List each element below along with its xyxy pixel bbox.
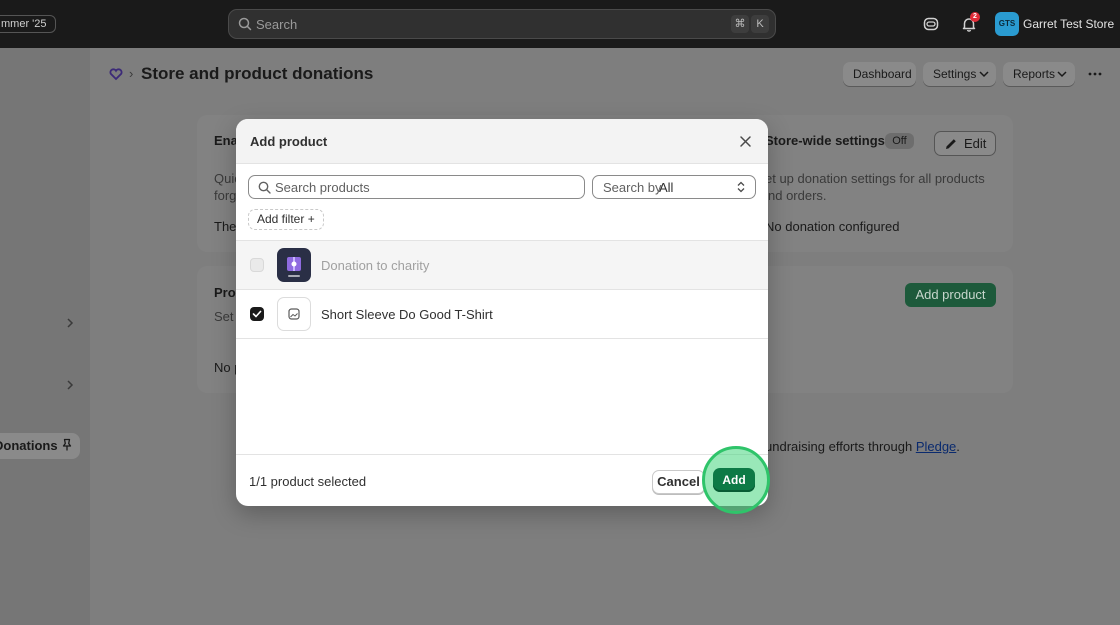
edit-label: Edit: [964, 136, 987, 151]
dashboard-button[interactable]: Dashboard: [843, 62, 916, 86]
notification-badge: 2: [970, 12, 980, 22]
sidekick-icon[interactable]: [922, 15, 940, 33]
breadcrumb-separator: ›: [129, 66, 134, 81]
storewide-title: Store-wide settings: [765, 133, 885, 148]
product-search-placeholder: Search products: [275, 180, 370, 195]
checkmark-icon: [252, 310, 262, 318]
store-avatar[interactable]: GTS: [995, 12, 1019, 36]
product-thumbnail: [277, 248, 311, 282]
footnote-text: undraising efforts through: [765, 439, 916, 454]
store-name[interactable]: Garret Test Store: [1023, 17, 1114, 31]
gift-icon: [287, 257, 301, 277]
reports-button[interactable]: Reports: [1003, 62, 1075, 86]
modal-header: Add product: [236, 119, 768, 164]
search-icon: [238, 17, 252, 31]
top-bar: mmer '25 Search ⌘ K 2 GTS Garret Test St…: [0, 0, 1120, 48]
modal-footer: 1/1 product selected Cancel: [236, 454, 768, 506]
global-search-input[interactable]: Search ⌘ K: [228, 9, 776, 39]
search-by-label: Search by: [603, 180, 662, 195]
dashboard-label: Dashboard: [853, 67, 912, 81]
product-search-input[interactable]: Search products: [248, 175, 585, 199]
sidebar: [0, 48, 90, 625]
cancel-button[interactable]: Cancel: [652, 470, 705, 494]
reports-label: Reports: [1013, 67, 1056, 81]
chevron-right-icon[interactable]: [64, 317, 76, 329]
search-by-value: All: [659, 180, 674, 195]
add-product-modal: Add product Search products Search by Al…: [236, 119, 768, 506]
edit-button[interactable]: Edit: [934, 131, 996, 156]
search-placeholder: Search: [256, 17, 298, 32]
modal-title: Add product: [250, 134, 328, 149]
close-icon[interactable]: [739, 135, 752, 148]
product-checkbox-checked[interactable]: [250, 307, 264, 321]
heart-app-icon: [108, 66, 124, 82]
sidebar-item-label: Donations: [0, 438, 58, 453]
selected-count: 1/1 product selected: [249, 474, 367, 489]
page-title: Store and product donations: [141, 64, 374, 83]
status-badge: Off: [885, 133, 914, 149]
pencil-icon: [946, 139, 956, 149]
sidebar-item-donations[interactable]: Donations: [0, 433, 80, 459]
enable-card-desc-2: forg: [214, 188, 237, 203]
products-card-title: Pro: [214, 285, 236, 300]
storewide-desc: et up donation settings for all products: [765, 171, 985, 186]
footnote: undraising efforts through Pledge.: [765, 439, 960, 454]
storewide-empty-state: No donation configured: [765, 219, 900, 234]
search-by-select[interactable]: Search by All: [592, 175, 756, 199]
edition-badge[interactable]: mmer '25: [0, 15, 56, 33]
select-arrows-icon: [737, 181, 745, 193]
products-card-desc: Set: [214, 309, 234, 324]
product-row[interactable]: Short Sleeve Do Good T-Shirt: [236, 290, 768, 339]
add-button[interactable]: Add: [713, 468, 755, 492]
product-row: Donation to charity: [236, 241, 768, 290]
product-checkbox-disabled: [250, 258, 264, 272]
footnote-period: .: [956, 439, 960, 454]
more-actions-icon[interactable]: [1087, 66, 1103, 82]
chevron-down-icon: [979, 71, 989, 78]
pledge-link[interactable]: Pledge: [916, 439, 956, 454]
storewide-desc-2: nd orders.: [768, 188, 827, 203]
chevron-down-icon: [1057, 71, 1067, 78]
enable-card-title: Ena: [214, 133, 238, 148]
add-filter-button[interactable]: Add filter +: [248, 209, 324, 230]
product-name: Short Sleeve Do Good T-Shirt: [321, 307, 493, 322]
chevron-right-icon[interactable]: [64, 379, 76, 391]
product-name: Donation to charity: [321, 258, 430, 273]
pin-icon[interactable]: [60, 438, 74, 452]
product-thumbnail: [277, 297, 311, 331]
image-placeholder-icon: [288, 308, 300, 320]
shortcut-key-k: K: [751, 15, 769, 33]
add-product-button[interactable]: Add product: [905, 283, 996, 307]
settings-label: Settings: [933, 67, 977, 81]
divider: [236, 338, 768, 339]
enable-card-footer: The: [214, 219, 237, 234]
settings-button[interactable]: Settings: [923, 62, 996, 86]
search-icon: [258, 181, 271, 194]
shortcut-key-cmd: ⌘: [731, 15, 749, 33]
